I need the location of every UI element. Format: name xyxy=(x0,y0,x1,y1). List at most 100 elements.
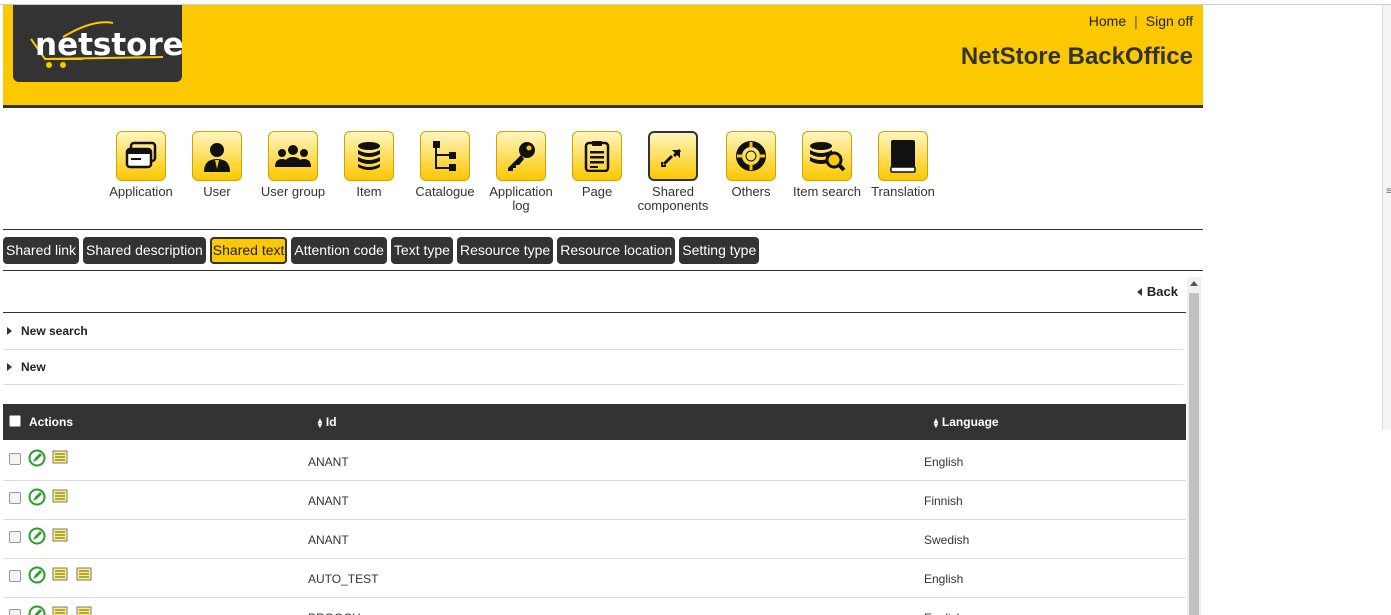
top-links: Home | Sign off xyxy=(1089,13,1193,29)
nav-label: User group xyxy=(260,184,326,199)
nav-application[interactable]: Application xyxy=(103,131,179,199)
nav-label-line2: components xyxy=(637,198,709,213)
nav-page[interactable]: Page xyxy=(559,131,635,199)
user-group-icon xyxy=(268,131,318,181)
scroll-up-arrow-icon[interactable] xyxy=(1190,281,1198,286)
nav-label: Application xyxy=(109,184,173,199)
edit-icon[interactable] xyxy=(28,527,46,548)
row-checkbox[interactable] xyxy=(9,453,21,465)
cell-language: Finnish xyxy=(924,494,963,508)
tab-setting-type[interactable]: Setting type xyxy=(679,237,760,264)
new-search-toggle[interactable]: New search xyxy=(3,324,1183,338)
catalogue-tree-icon xyxy=(420,131,470,181)
netstore-logo[interactable]: netstore xyxy=(13,5,184,82)
translations-document-icon[interactable] xyxy=(76,567,92,584)
sign-off-link[interactable]: Sign off xyxy=(1146,13,1193,29)
nav-label: Item xyxy=(356,184,382,199)
shared-link-icon xyxy=(648,131,698,181)
window-scrollbar[interactable] xyxy=(1382,5,1391,430)
main-content: Back New search New Actions ▲ ▼ Id ▲ ▼ Langu… xyxy=(3,277,1186,615)
table-header: Actions ▲ ▼ Id ▲ ▼ Language xyxy=(3,404,1186,440)
header-language-label: Language xyxy=(941,415,999,429)
cell-id: AUTO_TEST xyxy=(308,572,379,586)
sub-nav: Shared link Shared description Shared te… xyxy=(3,237,760,264)
nav-label: Others xyxy=(731,184,771,199)
details-document-icon[interactable] xyxy=(52,450,68,467)
item-stack-icon xyxy=(344,131,394,181)
scroll-thumb[interactable] xyxy=(1189,293,1199,615)
divider xyxy=(3,384,1183,385)
nav-item[interactable]: Item xyxy=(331,131,407,199)
cell-id: ANANT xyxy=(308,533,349,547)
details-document-icon[interactable] xyxy=(52,606,68,615)
book-icon xyxy=(878,131,928,181)
header-id-sort[interactable]: ▲ ▼ Id xyxy=(316,415,337,429)
divider xyxy=(3,349,1183,350)
tab-shared-text[interactable]: Shared text xyxy=(209,237,288,264)
nav-catalogue[interactable]: Catalogue xyxy=(407,131,483,199)
nav-label: Shared components xyxy=(635,185,711,213)
edit-icon[interactable] xyxy=(28,566,46,587)
nav-label: User xyxy=(203,184,231,199)
tab-shared-description[interactable]: Shared description xyxy=(83,237,206,264)
new-label: New xyxy=(21,360,46,374)
tab-attention-code[interactable]: Attention code xyxy=(291,237,387,264)
divider xyxy=(3,312,1186,313)
row-checkbox[interactable] xyxy=(9,531,21,543)
details-document-icon[interactable] xyxy=(52,528,68,545)
cell-id: BROOCH xyxy=(308,611,361,615)
cell-language: English xyxy=(924,611,963,615)
details-document-icon[interactable] xyxy=(52,567,68,584)
content-scrollbar[interactable] xyxy=(1187,277,1201,615)
header-id-label: Id xyxy=(325,415,337,429)
page-title: NetStore BackOffice xyxy=(960,43,1193,70)
nav-label: Translation xyxy=(871,184,935,199)
header-actions: Actions xyxy=(29,415,74,429)
nav-shared-components[interactable]: Shared components xyxy=(635,131,711,213)
tab-resource-type[interactable]: Resource type xyxy=(456,237,554,264)
logo-text: netstore xyxy=(35,27,184,63)
translations-document-icon[interactable] xyxy=(76,606,92,615)
tab-text-type[interactable]: Text type xyxy=(390,237,453,264)
edit-icon[interactable] xyxy=(28,605,46,615)
table-row: ANANT Finnish xyxy=(3,480,1186,520)
header-language-sort[interactable]: ▲ ▼ Language xyxy=(932,415,999,429)
item-search-icon xyxy=(802,131,852,181)
row-checkbox[interactable] xyxy=(9,570,21,582)
tab-resource-location[interactable]: Resource location xyxy=(557,237,676,264)
nav-user[interactable]: User xyxy=(179,131,255,199)
table-row: BROOCH English xyxy=(3,597,1186,615)
table-row: ANANT Swedish xyxy=(3,519,1186,559)
edit-icon[interactable] xyxy=(28,449,46,470)
nav-label: Item search xyxy=(793,184,861,199)
nav-translation[interactable]: Translation xyxy=(865,131,941,199)
new-search-label: New search xyxy=(21,324,88,338)
sort-icon: ▲ ▼ xyxy=(316,415,324,430)
home-link[interactable]: Home xyxy=(1089,13,1126,29)
nav-item-search[interactable]: Item search xyxy=(789,131,865,199)
new-toggle[interactable]: New xyxy=(3,360,1183,374)
back-label: Back xyxy=(1146,284,1178,299)
nav-user-group[interactable]: User group xyxy=(255,131,331,199)
subnav-divider-top xyxy=(3,229,1203,230)
page-header: netstore Home | Sign off NetStore BackOffi… xyxy=(3,5,1203,108)
cell-language: Swedish xyxy=(924,533,970,547)
cell-id: ANANT xyxy=(308,494,349,508)
row-checkbox[interactable] xyxy=(9,609,21,615)
expand-arrow-icon xyxy=(7,327,12,335)
details-document-icon[interactable] xyxy=(52,489,68,506)
tab-shared-link[interactable]: Shared link xyxy=(3,237,80,264)
nav-others[interactable]: Others xyxy=(713,131,789,199)
select-all-checkbox[interactable] xyxy=(9,415,21,427)
application-window-icon xyxy=(116,131,166,181)
nav-label-line1: Application xyxy=(489,184,553,199)
page-document-icon xyxy=(572,131,622,181)
row-checkbox[interactable] xyxy=(9,492,21,504)
nav-application-log[interactable]: Application log xyxy=(483,131,559,213)
back-button[interactable]: Back xyxy=(1136,284,1178,299)
edit-icon[interactable] xyxy=(28,488,46,509)
subnav-divider-bottom xyxy=(3,270,1203,271)
sort-icon: ▲ ▼ xyxy=(932,415,940,430)
nav-label-line1: Shared xyxy=(652,184,694,199)
window-resize-grip-icon: ≡ xyxy=(1386,186,1391,197)
